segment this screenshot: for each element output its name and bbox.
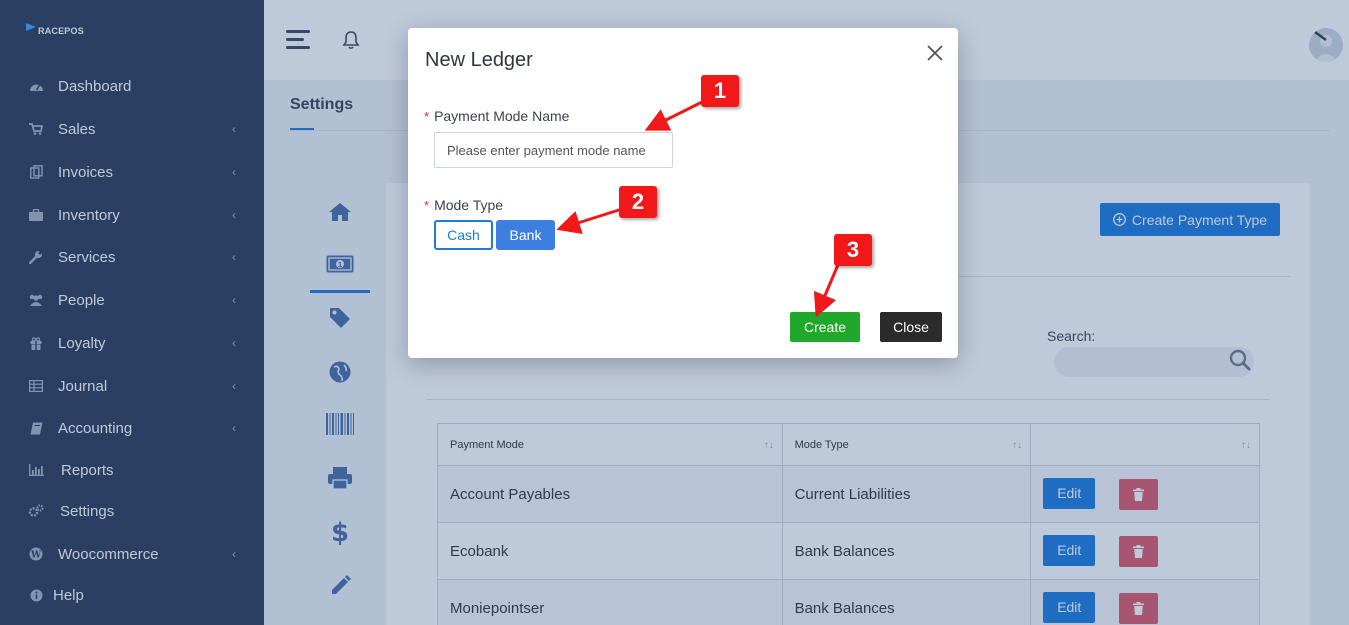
payment-mode-name-input[interactable] xyxy=(434,132,673,168)
bank-mode-button[interactable]: Bank xyxy=(496,220,555,250)
required-mark: * xyxy=(424,198,430,213)
modal-title: New Ledger xyxy=(425,49,533,71)
close-button[interactable]: Close xyxy=(880,312,942,342)
callout-badge-1: 1 xyxy=(701,75,739,107)
create-button[interactable]: Create xyxy=(790,312,860,342)
cash-mode-button[interactable]: Cash xyxy=(434,220,493,250)
label-text: Mode Type xyxy=(434,197,504,213)
label-text: Payment Mode Name xyxy=(434,108,570,124)
payment-mode-name-label: * Payment Mode Name xyxy=(424,108,569,124)
mode-type-label: * Mode Type xyxy=(424,197,503,213)
new-ledger-modal: New Ledger * Payment Mode Name * Mode Type… xyxy=(408,28,958,358)
required-mark: * xyxy=(424,109,430,124)
callout-badge-2: 2 xyxy=(619,186,657,218)
close-icon[interactable] xyxy=(924,42,946,64)
callout-badge-3: 3 xyxy=(834,234,872,266)
